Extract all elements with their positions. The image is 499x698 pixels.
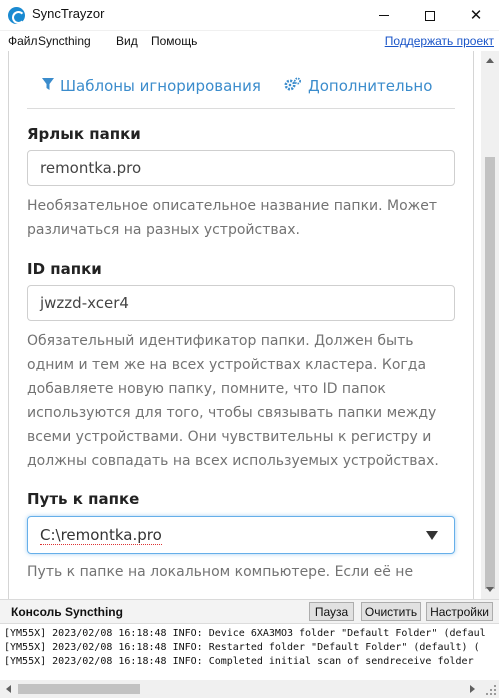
window-title: SyncTrayzor <box>32 6 105 21</box>
clear-button[interactable]: Очистить <box>361 602 421 621</box>
folder-label-heading: Ярлык папки <box>27 125 141 143</box>
tab-ignore-patterns-label: Шаблоны игнорирования <box>60 77 261 95</box>
log-line: [YM55X] 2023/02/08 16:18:48 INFO: Comple… <box>4 656 474 667</box>
close-icon: ✕ <box>469 6 483 24</box>
log-line: [YM55X] 2023/02/08 16:18:48 INFO: Restar… <box>4 642 480 653</box>
folder-label-input[interactable]: remontka.pro <box>27 150 455 186</box>
menu-syncthing[interactable]: Syncthing <box>38 34 91 48</box>
folder-path-value: C:\remontka.pro <box>40 526 162 545</box>
minimize-button[interactable] <box>361 0 407 31</box>
menu-help[interactable]: Помощь <box>151 34 197 48</box>
folder-edit-dialog: Шаблоны игнорирования Дополнительно Ярлы… <box>0 51 481 599</box>
folder-id-help: Обязательный идентификатор папки. Должен… <box>27 333 439 469</box>
console-horizontal-scrollbar[interactable] <box>0 680 499 698</box>
settings-button[interactable]: Настройки <box>426 602 493 621</box>
dialog-tabs: Шаблоны игнорирования Дополнительно <box>27 71 455 109</box>
scroll-down-arrow-icon[interactable] <box>486 587 494 592</box>
folder-path-help: Путь к папке на локальном компьютере. Ес… <box>27 564 414 580</box>
synctrayzor-logo-icon <box>8 7 25 24</box>
horizontal-scroll-thumb[interactable] <box>18 684 140 694</box>
support-project-link[interactable]: Поддержать проект <box>385 34 494 48</box>
folder-path-combobox[interactable]: C:\remontka.pro <box>27 516 455 554</box>
folder-path-heading: Путь к папке <box>27 490 140 508</box>
tab-advanced-label: Дополнительно <box>308 77 433 95</box>
console-toolbar: Консоль Syncthing Пауза Очистить Настрой… <box>0 599 499 623</box>
dialog-left-border <box>8 51 9 599</box>
gears-icon <box>284 77 302 95</box>
menu-bar: Файл Syncthing Вид Помощь Поддержать про… <box>0 31 499 51</box>
folder-id-heading: ID папки <box>27 260 102 278</box>
content-vertical-scrollbar[interactable] <box>481 51 499 599</box>
tab-advanced[interactable]: Дополнительно <box>284 77 432 95</box>
folder-id-input[interactable]: jwzzd-xcer4 <box>27 285 455 321</box>
scroll-up-arrow-icon[interactable] <box>486 58 494 63</box>
dropdown-caret-icon[interactable] <box>426 531 438 540</box>
vertical-scroll-thumb[interactable] <box>485 157 495 589</box>
scroll-right-arrow-icon[interactable] <box>470 685 475 693</box>
maximize-button[interactable] <box>407 0 453 31</box>
resize-grip-icon[interactable] <box>484 683 497 696</box>
tab-ignore-patterns[interactable]: Шаблоны игнорирования <box>42 77 261 95</box>
title-bar: SyncTrayzor ✕ <box>0 0 499 31</box>
scroll-left-arrow-icon[interactable] <box>6 685 11 693</box>
folder-label-help: Необязательное описательное название пап… <box>27 198 438 238</box>
close-window-button[interactable]: ✕ <box>453 0 499 31</box>
pause-button[interactable]: Пауза <box>309 602 354 621</box>
dialog-right-border <box>473 51 474 599</box>
minimize-icon <box>379 15 389 16</box>
console-log: [YM55X] 2023/02/08 16:18:48 INFO: Device… <box>0 623 499 680</box>
console-title: Консоль Syncthing <box>11 605 123 619</box>
filter-icon <box>42 77 54 95</box>
menu-view[interactable]: Вид <box>116 34 138 48</box>
maximize-icon <box>425 10 435 21</box>
menu-file[interactable]: Файл <box>8 34 38 48</box>
log-line: [YM55X] 2023/02/08 16:18:48 INFO: Device… <box>4 628 486 639</box>
